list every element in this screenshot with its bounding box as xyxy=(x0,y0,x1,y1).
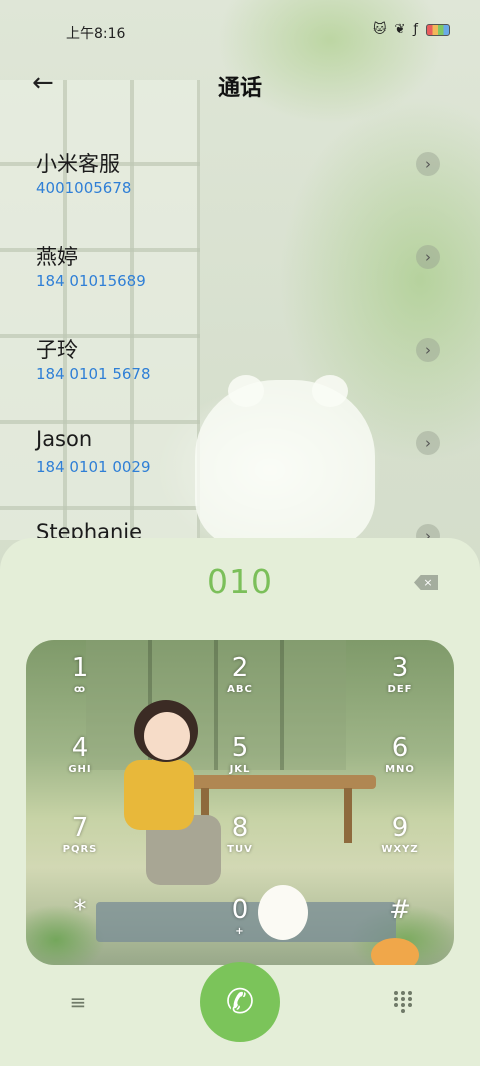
header: ← 通话 xyxy=(0,62,480,106)
key-9[interactable]: 9 WXYZ xyxy=(360,812,440,872)
contact-number: 184 0101 0029 xyxy=(36,458,151,476)
contact-number: 184 01015689 xyxy=(36,272,146,290)
key-letters: MNO xyxy=(385,764,415,775)
contact-number: 4001005678 xyxy=(36,179,132,197)
key-star[interactable]: * xyxy=(40,894,120,954)
dial-keypad: 1 ꝏ 2 ABC 3 DEF 4 GHI 5 JKL 6 MNO 7 PQRS… xyxy=(26,640,454,965)
chevron-right-icon[interactable]: › xyxy=(416,338,440,362)
key-digit: 8 xyxy=(231,813,249,843)
contact-number: 184 0101 5678 xyxy=(36,365,151,383)
keypad-grid-svg xyxy=(394,991,412,1013)
cat-icon: 🐱 xyxy=(372,22,387,37)
key-letters: JKL xyxy=(229,764,251,775)
key-digit: 5 xyxy=(231,733,249,763)
keypad-illustration-table-leg xyxy=(344,788,352,843)
key-2[interactable]: 2 ABC xyxy=(200,652,280,712)
key-digit: 1 xyxy=(71,653,89,683)
status-time: 上午8:16 xyxy=(66,26,126,42)
chevron-right-icon[interactable]: › xyxy=(416,245,440,269)
key-8[interactable]: 8 TUV xyxy=(200,812,280,872)
key-digit: 2 xyxy=(231,653,249,683)
key-digit: 4 xyxy=(71,733,89,763)
keypad-illustration-girl-body xyxy=(124,760,194,830)
chevron-right-icon[interactable]: › xyxy=(416,152,440,176)
voicemail-icon: ꝏ xyxy=(73,684,87,695)
key-letters: PQRS xyxy=(62,844,98,855)
key-3[interactable]: 3 DEF xyxy=(360,652,440,712)
menu-icon[interactable]: ≡ xyxy=(66,990,90,1014)
key-letters: DEF xyxy=(387,684,413,695)
contact-name: 子玲 xyxy=(36,338,78,362)
key-4[interactable]: 4 GHI xyxy=(40,732,120,792)
battery-icon xyxy=(426,23,450,36)
key-hash[interactable]: # xyxy=(360,894,440,954)
phone-icon: ✆ xyxy=(225,982,255,1022)
page-title: 通话 xyxy=(217,76,262,101)
contact-item[interactable]: 子玲 184 0101 5678 › xyxy=(0,326,480,419)
key-letters: GHI xyxy=(68,764,92,775)
keypad-grid-icon[interactable] xyxy=(392,990,414,1014)
contact-item[interactable]: 燕婷 184 01015689 › xyxy=(0,233,480,326)
key-6[interactable]: 6 MNO xyxy=(360,732,440,792)
key-digit: 3 xyxy=(391,653,409,683)
call-button[interactable]: ✆ xyxy=(200,962,280,1042)
key-digit: 0 xyxy=(231,895,249,925)
status-bar: 上午8:16 🐱 ❦ ƒ xyxy=(0,0,480,62)
key-letters: TUV xyxy=(227,844,253,855)
key-digit: 6 xyxy=(391,733,409,763)
key-digit: 9 xyxy=(391,813,409,843)
contact-name: 燕婷 xyxy=(36,245,78,269)
key-digit: 7 xyxy=(71,813,89,843)
key-letters: WXYZ xyxy=(381,844,419,855)
dialed-number: 010 xyxy=(207,562,273,601)
wing-icon: ƒ xyxy=(413,22,418,37)
key-digit: * xyxy=(73,895,87,925)
key-digit: # xyxy=(389,895,411,925)
status-icons: 🐱 ❦ ƒ xyxy=(373,22,450,37)
keypad-illustration-girl-face xyxy=(144,712,190,760)
contact-name: 小米客服 xyxy=(36,152,120,176)
contact-item[interactable]: 小米客服 4001005678 › xyxy=(0,140,480,233)
key-0[interactable]: 0 + xyxy=(200,894,280,954)
contact-item[interactable]: Jason 184 0101 0029 › xyxy=(0,419,480,512)
key-7[interactable]: 7 PQRS xyxy=(40,812,120,872)
key-5[interactable]: 5 JKL xyxy=(200,732,280,792)
key-letters: + xyxy=(235,926,245,937)
contact-name: Jason xyxy=(36,427,93,451)
key-1[interactable]: 1 ꝏ xyxy=(40,652,120,712)
key-letters: ABC xyxy=(227,684,253,695)
chevron-right-icon[interactable]: › xyxy=(416,431,440,455)
leaf-icon: ❦ xyxy=(394,22,406,37)
